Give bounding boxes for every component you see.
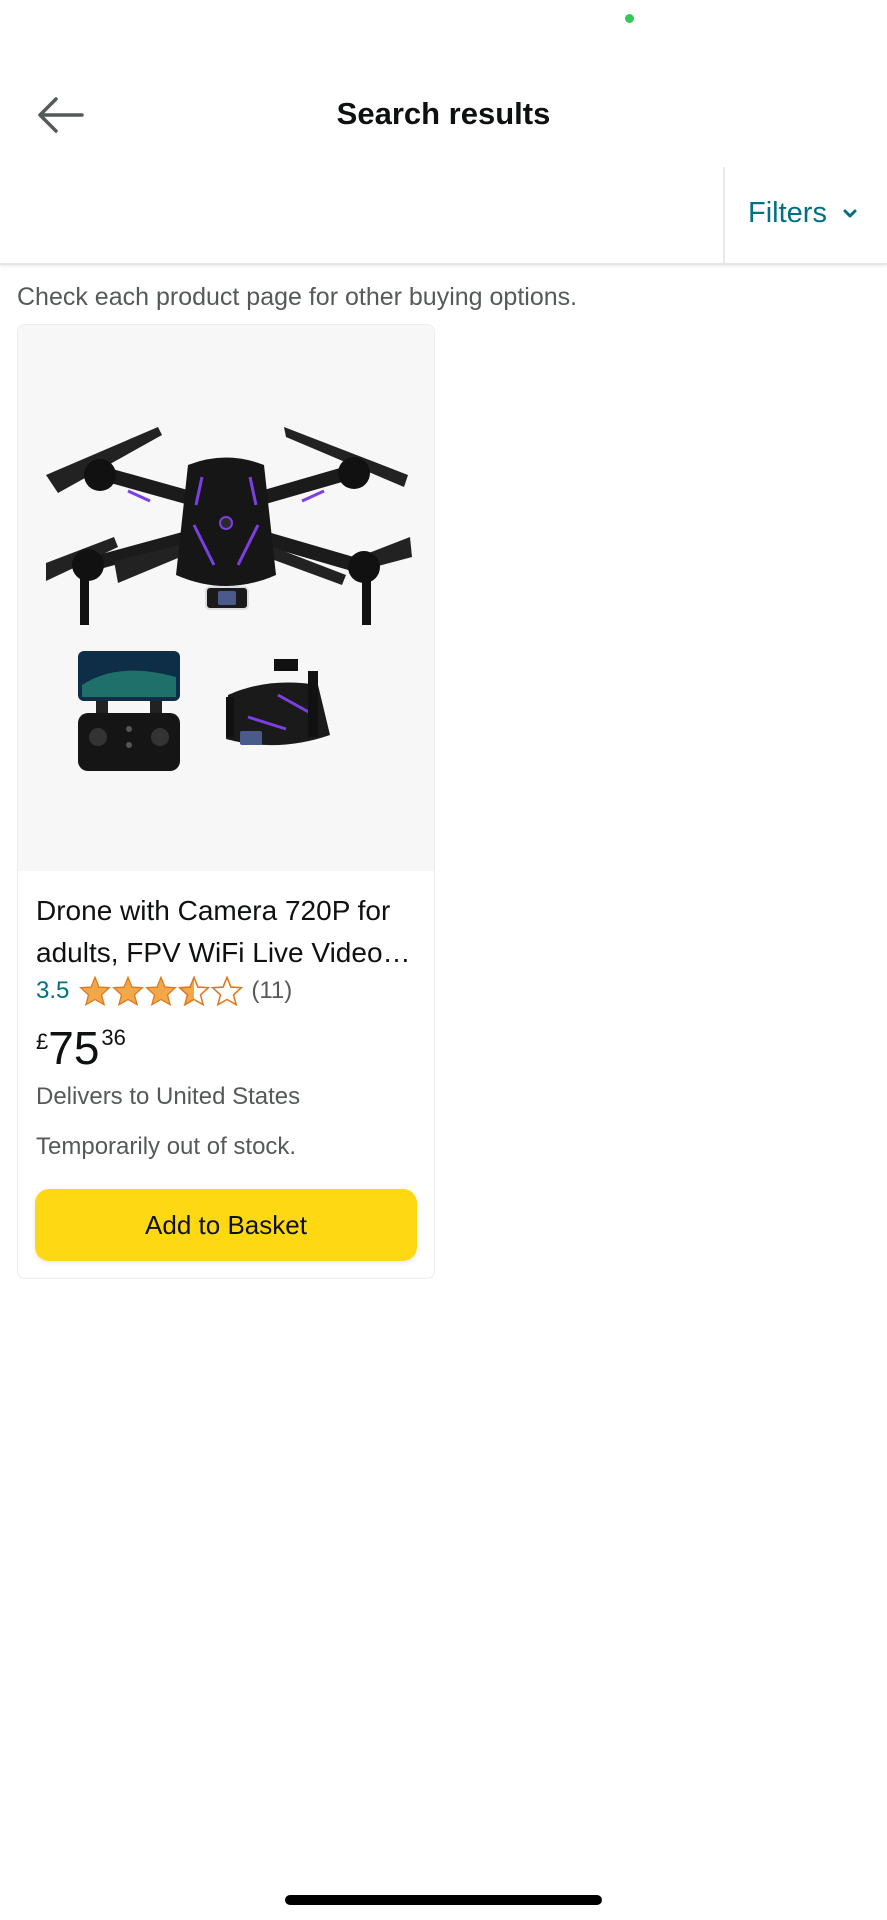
filters-label: Filters	[748, 197, 827, 229]
delivery-info: Delivers to United States	[36, 1083, 301, 1110]
star-full-icon	[79, 976, 112, 1006]
product-title[interactable]: Drone with Camera 720P for adults, FPV W…	[36, 890, 426, 974]
add-to-basket-button[interactable]: Add to Basket	[35, 1189, 417, 1261]
top-navigation-bar: Search results	[0, 70, 887, 160]
page-title: Search results	[336, 96, 551, 131]
product-image[interactable]	[18, 325, 434, 871]
price-currency-symbol: £	[36, 1029, 49, 1054]
product-price: £ 75 36	[36, 1019, 126, 1077]
drone-image	[46, 427, 412, 771]
star-full-icon	[145, 976, 178, 1006]
chevron-down-icon	[843, 209, 857, 217]
rating-value: 3.5	[36, 977, 70, 1004]
review-count: (11)	[251, 977, 293, 1004]
rating-row[interactable]: 3.5 (11)	[36, 973, 292, 1009]
product-title-line-2: adults, FPV WiFi Live Video…	[36, 937, 411, 968]
home-indicator[interactable]	[285, 1895, 602, 1905]
product-card[interactable]: Drone with Camera 720P for adults, FPV W…	[17, 324, 435, 1279]
star-full-icon	[112, 976, 145, 1006]
price-fraction: 36	[101, 1025, 126, 1050]
price-whole: 75	[48, 1022, 100, 1074]
stock-status: Temporarily out of stock.	[36, 1133, 297, 1160]
filter-divider	[723, 167, 725, 263]
status-indicator-dot	[625, 14, 634, 23]
star-half-icon	[178, 976, 211, 1006]
filters-button[interactable]: Filters	[748, 197, 857, 230]
star-empty-icon	[211, 976, 244, 1006]
buying-options-notice: Check each product page for other buying…	[17, 283, 578, 311]
star-rating	[79, 976, 244, 1006]
product-title-line-1: Drone with Camera 720P for	[36, 895, 391, 926]
filter-bar: Filters	[0, 167, 887, 265]
